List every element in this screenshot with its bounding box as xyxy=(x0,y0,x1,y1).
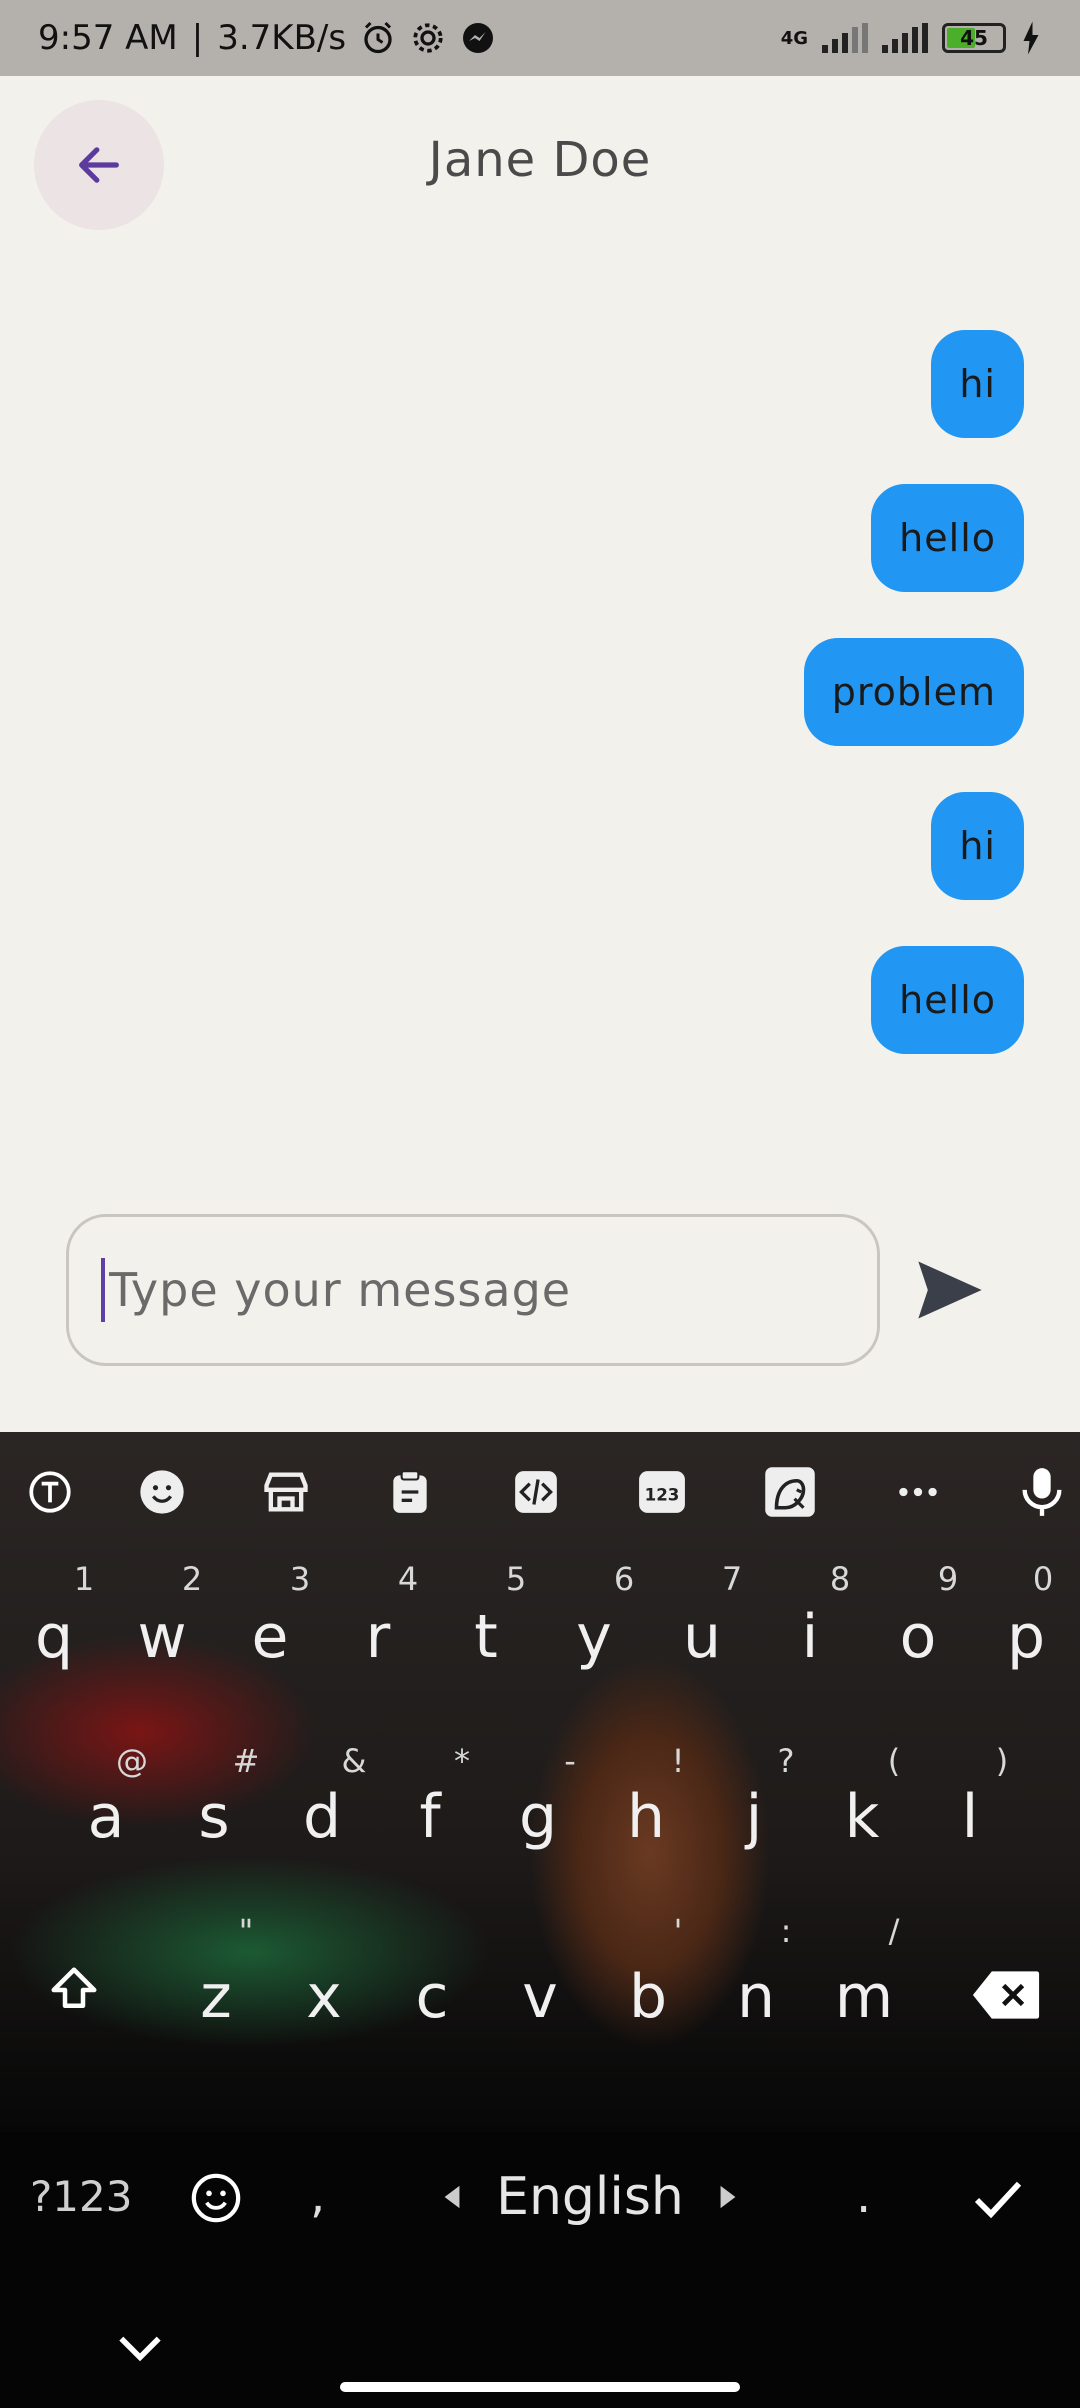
key-r[interactable]: r xyxy=(328,1602,428,1672)
key-hint: # xyxy=(232,1742,260,1780)
network-type: 4G xyxy=(780,27,808,49)
key-b[interactable]: b xyxy=(598,1962,698,2032)
more-icon[interactable] xyxy=(886,1460,950,1524)
status-bar: 9:57 AM | 3.7KB/s 4G 45 xyxy=(0,0,1080,76)
settings-gear-icon xyxy=(413,23,443,53)
chevron-down-icon[interactable] xyxy=(112,2320,168,2376)
key-k[interactable]: k xyxy=(812,1782,912,1852)
key-j[interactable]: j xyxy=(704,1782,804,1852)
shift-icon xyxy=(51,1967,97,2008)
key-m[interactable]: m xyxy=(814,1962,914,2032)
key-hint: ) xyxy=(995,1742,1009,1780)
clipboard-icon[interactable] xyxy=(378,1460,442,1524)
message-input[interactable] xyxy=(109,1263,809,1317)
key-a[interactable]: a xyxy=(56,1782,156,1852)
key-y[interactable]: y xyxy=(544,1602,644,1672)
soft-keyboard: 123 1 2 3 4 5 6 7 8 9 0 q w e r t y u i … xyxy=(0,1432,1080,2408)
checkmark-icon[interactable] xyxy=(970,2172,1026,2228)
mic-icon[interactable] xyxy=(1010,1460,1074,1524)
key-w[interactable]: w xyxy=(112,1602,212,1672)
charging-bolt-icon xyxy=(1023,21,1039,55)
message-composer[interactable] xyxy=(66,1214,880,1366)
key-p[interactable]: p xyxy=(976,1602,1076,1672)
keyboard-bottom-row: ?123 , English . xyxy=(0,2132,1080,2252)
key-hint: 9 xyxy=(937,1560,959,1598)
send-icon[interactable] xyxy=(912,1252,988,1328)
key-i[interactable]: i xyxy=(760,1602,860,1672)
key-hint: 1 xyxy=(73,1560,95,1598)
emoji-icon[interactable] xyxy=(130,1460,194,1524)
key-hint: * xyxy=(454,1742,470,1780)
home-indicator[interactable] xyxy=(340,2382,740,2392)
code-icon[interactable] xyxy=(504,1460,568,1524)
key-o[interactable]: o xyxy=(868,1602,968,1672)
store-icon[interactable] xyxy=(254,1460,318,1524)
key-hint: : xyxy=(780,1912,792,1950)
chat-screen: Jane Doe hi hello problem hi hello xyxy=(0,76,1080,1432)
shift-key[interactable] xyxy=(24,1962,124,2032)
key-hint: 7 xyxy=(721,1560,743,1598)
key-t[interactable]: t xyxy=(436,1602,536,1672)
period-key[interactable]: . xyxy=(856,2168,871,2224)
key-hint: ' xyxy=(673,1912,683,1950)
message-bubble[interactable]: problem xyxy=(803,638,1024,746)
key-e[interactable]: e xyxy=(220,1602,320,1672)
backspace-key[interactable] xyxy=(956,1966,1056,2036)
backspace-icon xyxy=(972,1971,1040,2019)
key-z[interactable]: z xyxy=(166,1962,266,2032)
language-label: English xyxy=(496,2167,684,2227)
key-hint: ! xyxy=(671,1742,685,1780)
signal-2-icon xyxy=(882,23,928,53)
comma-key[interactable]: , xyxy=(310,2168,325,2224)
symbols-key[interactable]: ?123 xyxy=(30,2172,132,2221)
bird-icon[interactable] xyxy=(758,1460,822,1524)
key-hint: / xyxy=(888,1912,900,1950)
message-bubble[interactable]: hello xyxy=(871,946,1024,1054)
message-bubble[interactable]: hi xyxy=(931,792,1024,900)
key-d[interactable]: d xyxy=(272,1782,372,1852)
key-l[interactable]: l xyxy=(920,1782,1020,1852)
key-q[interactable]: q xyxy=(4,1602,104,1672)
key-f[interactable]: f xyxy=(380,1782,480,1852)
chevron-left-icon xyxy=(444,2185,460,2209)
status-time: 9:57 AM xyxy=(38,18,178,58)
key-hint: 8 xyxy=(829,1560,851,1598)
message-bubble[interactable]: hi xyxy=(931,330,1024,438)
key-hint: ( xyxy=(887,1742,901,1780)
numpad-icon[interactable]: 123 xyxy=(630,1460,694,1524)
key-hint: 2 xyxy=(181,1560,203,1598)
status-speed: 3.7KB/s xyxy=(217,18,347,58)
key-g[interactable]: g xyxy=(488,1782,588,1852)
text-icon[interactable] xyxy=(18,1460,82,1524)
key-s[interactable]: s xyxy=(164,1782,264,1852)
battery-icon: 45 xyxy=(942,23,1006,53)
key-hint: @ xyxy=(116,1742,148,1780)
key-c[interactable]: c xyxy=(382,1962,482,2032)
text-cursor xyxy=(101,1258,105,1322)
key-hint: - xyxy=(564,1742,576,1780)
message-bubble[interactable]: hello xyxy=(871,484,1024,592)
key-hint: 3 xyxy=(289,1560,311,1598)
keyboard-toolbar: 123 xyxy=(0,1460,1080,1536)
spacebar-key[interactable]: English xyxy=(440,2162,740,2232)
key-v[interactable]: v xyxy=(490,1962,590,2032)
key-u[interactable]: u xyxy=(652,1602,752,1672)
key-hint: 5 xyxy=(505,1560,527,1598)
key-n[interactable]: n xyxy=(706,1962,806,2032)
key-hint: 6 xyxy=(613,1560,635,1598)
key-h[interactable]: h xyxy=(596,1782,696,1852)
key-hint: & xyxy=(341,1742,367,1780)
key-hint: " xyxy=(238,1912,254,1950)
key-hint: ? xyxy=(777,1742,795,1780)
svg-text:123: 123 xyxy=(645,1485,680,1504)
key-hint: 4 xyxy=(397,1560,419,1598)
key-hint: 0 xyxy=(1032,1560,1054,1598)
alarm-icon xyxy=(364,21,392,54)
signal-1-icon xyxy=(822,23,868,53)
key-x[interactable]: x xyxy=(274,1962,374,2032)
chat-title: Jane Doe xyxy=(428,132,652,188)
emoji-key-icon[interactable] xyxy=(188,2170,244,2226)
chevron-right-icon xyxy=(720,2185,736,2209)
messenger-icon xyxy=(463,23,494,53)
